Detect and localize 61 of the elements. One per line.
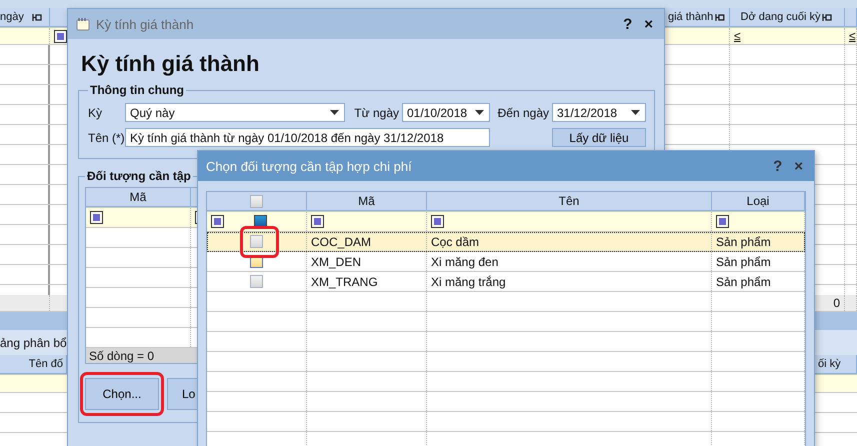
table-row[interactable]: XM_DEN Xi măng đen Sản phẩm (207, 252, 805, 272)
total-value: 0 (833, 296, 840, 310)
row-checkbox[interactable] (250, 275, 263, 288)
caret-icon (474, 110, 484, 115)
table-cell: Xi măng đen (431, 254, 498, 268)
name-field[interactable]: Kỳ tính giá thành từ ngày 01/10/2018 đến ngày 31/12/2018 (125, 128, 490, 147)
table-row[interactable]: XM_TRANG Xi măng trắng Sản phẩm (207, 272, 805, 292)
filter-icon[interactable] (311, 215, 324, 228)
table-cell: Sản phẩm (716, 234, 771, 248)
help-button[interactable]: ? (620, 16, 636, 32)
filter-operator[interactable]: ≤ (849, 29, 856, 43)
dialog-heading: Kỳ tính giá thành (81, 51, 260, 77)
pin-icon[interactable] (715, 12, 726, 22)
column-header[interactable]: Loại (746, 194, 770, 208)
filter-icon[interactable] (90, 211, 103, 224)
group-title: Thông tin chung (89, 83, 185, 97)
window-title: Kỳ tính giá thành (96, 16, 195, 32)
filter-icon[interactable] (431, 215, 444, 228)
column-header[interactable]: ối kỳ (818, 358, 841, 370)
filter-icon[interactable] (716, 215, 729, 228)
row-checkbox[interactable] (250, 235, 263, 248)
caret-icon (330, 110, 338, 115)
close-button[interactable]: × (791, 158, 806, 174)
column-header[interactable]: Dở dang cuối kỳ (740, 11, 820, 23)
table-cell: XM_DEN (311, 254, 362, 268)
column-header[interactable]: ngày (0, 11, 24, 23)
date-field[interactable]: 31/12/2018 (552, 103, 646, 122)
pin-icon[interactable] (822, 12, 834, 22)
dialog-button[interactable]: Chọn... (85, 378, 159, 410)
column-header[interactable]: Tên đố (28, 358, 63, 370)
group-title: Đối tượng cần tập (86, 169, 192, 183)
pin-icon[interactable] (32, 12, 43, 22)
column-header[interactable]: Tên (558, 194, 580, 208)
row-count: Số dòng = 0 (89, 348, 154, 362)
field-label: Kỳ (88, 106, 104, 120)
filter-operator[interactable]: ≤ (734, 29, 741, 43)
fetch-button[interactable]: Lấy dữ liệu (552, 128, 646, 147)
help-button[interactable]: ? (770, 158, 786, 174)
table-row[interactable]: COC_DAM Cọc dầm Sản phẩm (207, 232, 805, 252)
date-field[interactable]: 01/10/2018 (402, 103, 490, 122)
table-cell: Sản phẩm (716, 274, 771, 288)
field-label: Tên (*) (88, 130, 125, 144)
filter-icon[interactable] (54, 30, 67, 42)
table-cell: Cọc dầm (431, 234, 480, 248)
field-label: Từ ngày (354, 106, 400, 120)
column-header[interactable]: giá thành (668, 11, 714, 23)
filter-icon[interactable] (211, 215, 224, 228)
caret-icon (630, 110, 640, 115)
calendar-icon (76, 17, 90, 31)
select-all-checkbox[interactable] (250, 194, 263, 208)
table-cell: Sản phẩm (716, 254, 771, 268)
table-cell: COC_DAM (311, 234, 372, 248)
table-cell: XM_TRANG (311, 274, 378, 288)
column-header[interactable]: Mã (358, 194, 375, 208)
panel-tab[interactable]: ảng phân bổ (0, 336, 67, 350)
close-button[interactable]: × (641, 16, 656, 32)
column-header[interactable]: Mã (130, 190, 146, 204)
period-combo[interactable]: Quý này (125, 103, 345, 122)
field-label: Đến ngày (498, 106, 550, 120)
table-cell: Xi măng trắng (431, 274, 506, 288)
window-title: Chọn đối tượng cần tập hợp chi phí (206, 158, 413, 174)
